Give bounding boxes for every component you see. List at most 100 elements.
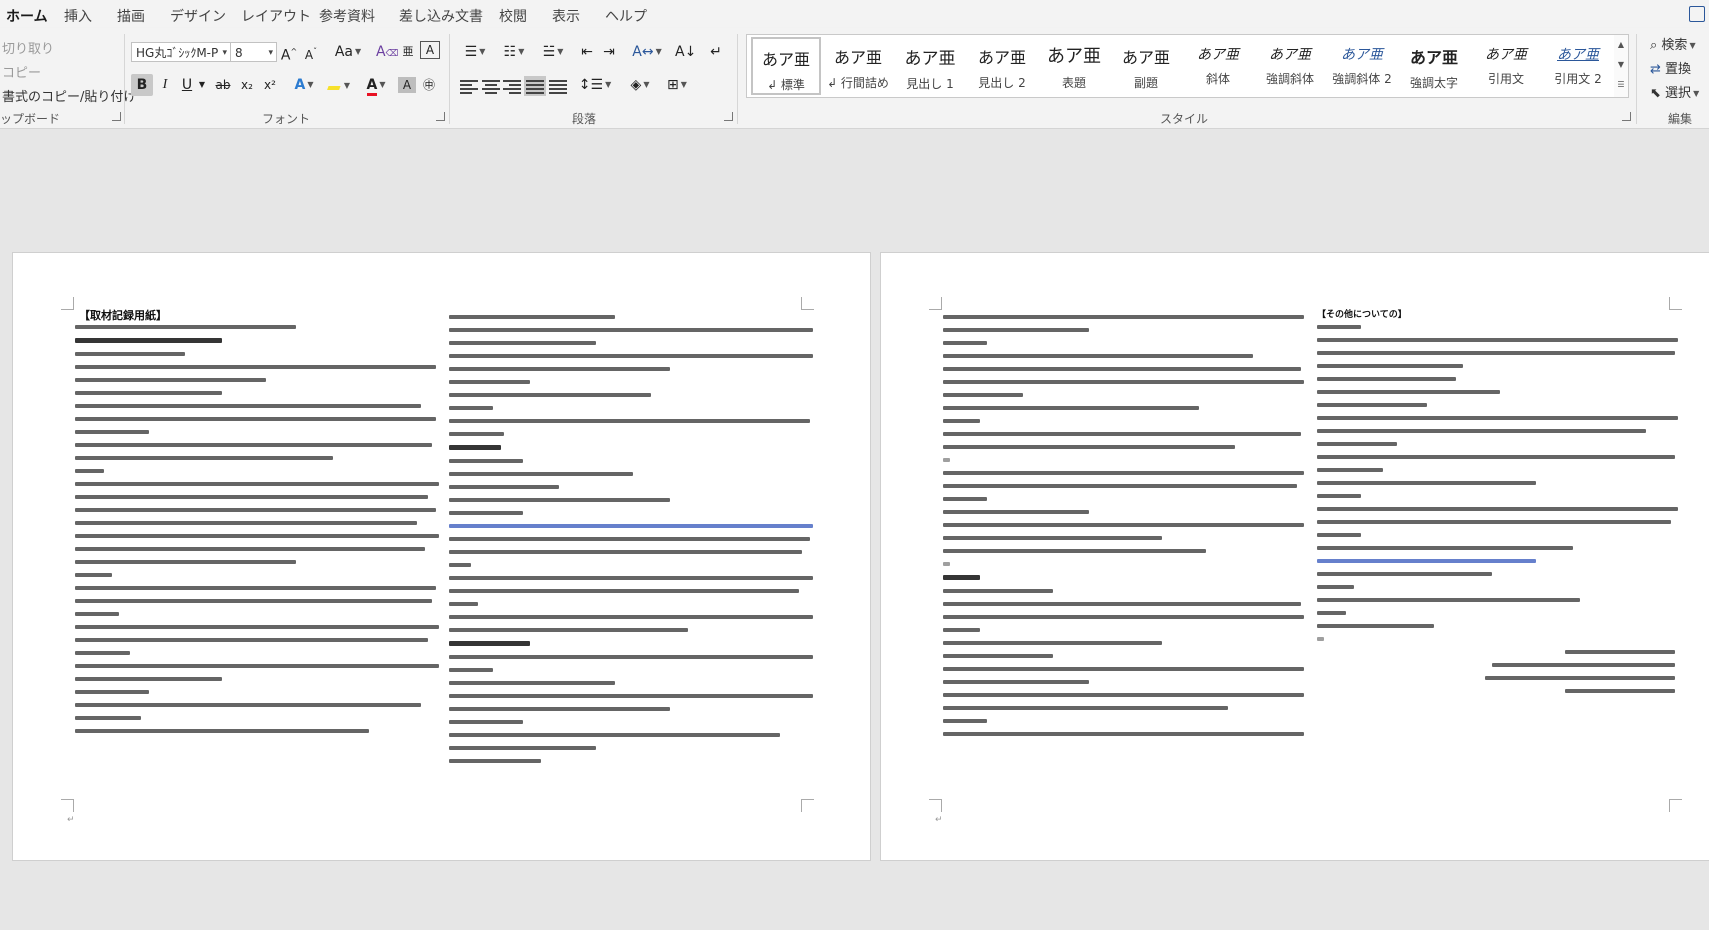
text-column-left [943, 315, 1308, 745]
styles-launcher-icon[interactable] [1622, 112, 1631, 121]
ribbon: 切り取り コピー 書式のコピー/貼り付け ップボード HG丸ｺﾞｼｯｸM-P ▾ … [0, 28, 1709, 129]
margin-corner [1669, 297, 1682, 310]
multilevel-list-icon: ☱ [542, 44, 556, 60]
style-heading-2[interactable]: あア亜 見出し 2 [967, 37, 1037, 95]
margin-corner [1669, 799, 1682, 812]
style-name: 引用文 [1487, 72, 1524, 86]
margin-corner [929, 297, 942, 310]
phonetic-guide-icon[interactable]: 亜 [399, 41, 417, 63]
style-intense-emphasis[interactable]: あア亜 強調斜体 2 [1327, 37, 1397, 95]
margin-corner [61, 297, 74, 310]
align-left-icon[interactable] [460, 78, 478, 94]
document-page-2[interactable]: 【その他についての】 ↵ [880, 252, 1709, 861]
text-effects-button[interactable]: A ▼ [290, 74, 318, 96]
increase-indent-icon[interactable]: ⇥ [600, 41, 618, 63]
align-right-icon[interactable] [503, 78, 521, 94]
show-marks-icon[interactable]: ↵ [706, 41, 726, 63]
line-spacing-button[interactable]: ↕☰ ▼ [577, 74, 613, 96]
paragraph-mark-icon: ↵ [67, 815, 75, 825]
document-page-1[interactable]: 【取材記録用紙】 ↵ [12, 252, 871, 861]
style-subtitle[interactable]: あア亜 副題 [1111, 37, 1181, 95]
bullets-button[interactable]: ☰ ▼ [458, 41, 492, 63]
tab-draw[interactable]: 描画 [117, 6, 145, 26]
font-launcher-icon[interactable] [436, 112, 445, 121]
shading-button[interactable]: ◈ ▼ [625, 74, 655, 96]
style-sample: あア亜 [977, 48, 1026, 67]
tab-insert[interactable]: 挿入 [64, 6, 92, 26]
highlighter-icon [327, 74, 345, 90]
superscript-button[interactable]: x² [261, 74, 279, 96]
grow-font-icon[interactable]: A^ [280, 41, 298, 64]
chevron-down-icon[interactable]: ▼ [1614, 55, 1628, 75]
char-shading-icon[interactable]: A [398, 77, 416, 93]
cut-button[interactable]: 切り取り [2, 38, 54, 57]
style-name: 強調太字 [1409, 76, 1458, 90]
tab-design[interactable]: デザイン [170, 6, 226, 26]
ribbon-tab-bar: ホーム 挿入 描画 デザイン レイアウト 参考資料 差し込み文書 校閲 表示 ヘ… [0, 0, 1709, 31]
tab-mailings[interactable]: 差し込み文書 [399, 6, 483, 26]
tab-help[interactable]: ヘルプ [605, 6, 647, 26]
borders-icon: ⊞ [667, 77, 679, 93]
chevron-down-icon: ▾ [222, 48, 227, 58]
style-title[interactable]: あア亜 表題 [1039, 37, 1109, 95]
style-no-spacing[interactable]: あア亜 ↲ 行間詰め [823, 37, 893, 95]
decrease-indent-icon[interactable]: ⇤ [578, 41, 596, 63]
page-heading: 【取材記録用紙】 [79, 309, 167, 322]
char-spacing-button[interactable]: A↔ ▼ [630, 41, 664, 63]
enclosed-char-icon[interactable]: ㊥ [420, 74, 438, 96]
font-color-button[interactable]: A ▼ [362, 74, 390, 96]
copy-button[interactable]: コピー [2, 62, 41, 81]
tab-layout[interactable]: レイアウト [241, 6, 311, 26]
find-button[interactable]: ⌕ 検索 ▼ [1650, 34, 1696, 53]
char-border-icon[interactable]: A [420, 41, 440, 59]
underline-dropdown-icon[interactable]: ▼ [196, 74, 208, 96]
tab-view[interactable]: 表示 [552, 6, 580, 26]
style-quote[interactable]: あア亜 引用文 [1471, 37, 1541, 95]
tab-home[interactable]: ホーム [6, 6, 48, 31]
text-effects-icon: A [294, 77, 306, 93]
tab-references[interactable]: 参考資料 [319, 6, 375, 26]
justify-icon[interactable] [524, 76, 546, 96]
style-emphasis[interactable]: あア亜 強調斜体 [1255, 37, 1325, 95]
tab-review[interactable]: 校閲 [499, 6, 527, 26]
find-label: 検索 [1661, 38, 1688, 53]
style-heading-1[interactable]: あア亜 見出し 1 [895, 37, 965, 95]
numbering-button[interactable]: ☷ ▼ [497, 41, 531, 63]
group-divider [124, 34, 125, 124]
chevron-up-icon[interactable]: ▲ [1614, 35, 1628, 55]
sort-icon[interactable]: A↓ [675, 41, 696, 63]
distribute-icon[interactable] [549, 78, 567, 94]
group-divider [449, 34, 450, 124]
underline-button[interactable]: U [178, 74, 196, 96]
paragraph-launcher-icon[interactable] [724, 112, 733, 121]
editing-group-label: 編集 [1668, 112, 1693, 126]
highlight-button[interactable]: ▼ [325, 74, 355, 96]
align-center-icon[interactable] [482, 78, 500, 94]
multilevel-list-button[interactable]: ☱ ▼ [536, 41, 570, 63]
shrink-font-icon[interactable]: Aˇ [302, 41, 320, 63]
format-painter-button[interactable]: 書式のコピー/貼り付け [2, 86, 136, 105]
subscript-button[interactable]: x₂ [238, 74, 256, 96]
style-strong[interactable]: あア亜 強調太字 [1399, 37, 1469, 95]
style-normal[interactable]: あア亜 ↲ 標準 [751, 37, 821, 95]
gallery-expand-icon[interactable]: ☰ [1614, 75, 1628, 95]
style-subtle-emphasis[interactable]: あア亜 斜体 [1183, 37, 1253, 95]
font-size-combo[interactable]: 8 ▾ [230, 42, 277, 62]
style-name: 引用文 2 [1554, 72, 1602, 86]
replace-button[interactable]: ⇄ 置換 [1650, 58, 1691, 77]
font-name-value: HG丸ｺﾞｼｯｸM-P [136, 46, 219, 60]
bold-button[interactable]: B [131, 74, 153, 96]
paint-bucket-icon: ◈ [630, 77, 642, 93]
change-case-button[interactable]: Aa ▼ [331, 41, 365, 63]
styles-gallery-scroll[interactable]: ▲ ▼ ☰ [1614, 34, 1629, 98]
select-button[interactable]: ⬉ 選択 ▼ [1650, 82, 1699, 101]
replace-label: 置換 [1665, 62, 1692, 77]
font-name-combo[interactable]: HG丸ｺﾞｼｯｸM-P ▾ [131, 42, 231, 62]
italic-button[interactable]: I [156, 74, 174, 96]
clipboard-launcher-icon[interactable] [112, 112, 121, 121]
style-intense-quote[interactable]: あア亜 引用文 2 [1543, 37, 1613, 95]
share-icon[interactable] [1689, 6, 1705, 22]
borders-button[interactable]: ⊞ ▼ [661, 74, 693, 96]
clear-formatting-icon[interactable]: A⌫ [376, 41, 398, 63]
strikethrough-button[interactable]: ab [212, 74, 234, 96]
